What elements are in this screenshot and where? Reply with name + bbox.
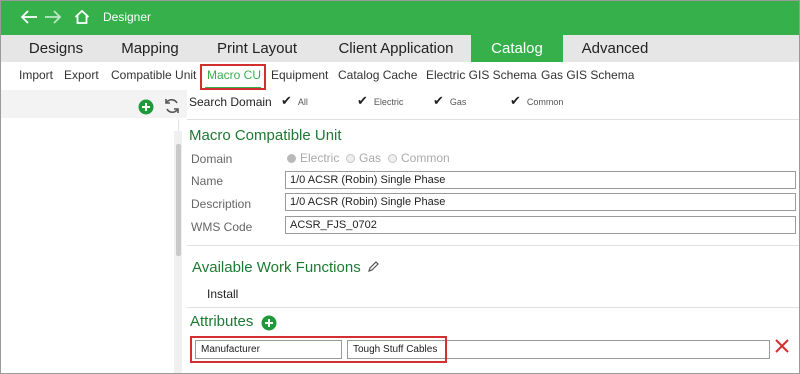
checkmark-icon: ✔ xyxy=(357,93,368,108)
work-functions-section-title: Available Work Functions xyxy=(192,259,361,276)
search-domain-all-checkbox[interactable]: ✔ All xyxy=(281,93,308,109)
macro-cu-list[interactable] xyxy=(5,119,179,373)
tab-designs[interactable]: Designs xyxy=(15,35,97,62)
radio-label: Electric xyxy=(300,151,340,165)
close-icon[interactable] xyxy=(774,338,790,358)
arrow-right-icon[interactable] xyxy=(43,7,63,31)
wms-code-field[interactable]: ACSR_FJS_0702 xyxy=(285,216,796,234)
checkbox-label: All xyxy=(297,97,308,107)
checkbox-label: Common xyxy=(526,97,564,107)
checkmark-icon: ✔ xyxy=(510,93,521,108)
description-label: Description xyxy=(191,197,252,211)
domain-radio-gas[interactable]: Gas xyxy=(346,151,381,165)
subtab-import[interactable]: Import xyxy=(19,68,53,82)
description-field[interactable]: 1/0 ACSR (Robin) Single Phase xyxy=(285,193,796,211)
checkmark-icon: ✔ xyxy=(281,93,292,108)
radio-label: Gas xyxy=(359,151,382,165)
catalog-sub-tab-bar: Import Export Compatible Unit Macro CU E… xyxy=(1,62,799,90)
search-domain-gas-checkbox[interactable]: ✔ Gas xyxy=(433,93,466,109)
wms-code-label: WMS Code xyxy=(191,220,253,234)
search-domain-electric-checkbox[interactable]: ✔ Electric xyxy=(357,93,403,109)
radio-dot xyxy=(388,154,397,163)
search-domain-common-checkbox[interactable]: ✔ Common xyxy=(510,93,563,109)
work-function-item: Install xyxy=(207,287,239,301)
subtab-equipment[interactable]: Equipment xyxy=(271,68,328,82)
tab-client-application[interactable]: Client Application xyxy=(323,35,469,62)
subtab-electric-gis-schema[interactable]: Electric GIS Schema xyxy=(426,68,537,82)
checkbox-label: Gas xyxy=(449,97,467,107)
tab-print-layout[interactable]: Print Layout xyxy=(204,35,310,62)
attribute-highlight-box xyxy=(190,336,447,363)
attributes-section-title: Attributes xyxy=(190,313,254,330)
scrollbar-thumb[interactable] xyxy=(176,144,181,256)
divider xyxy=(187,307,799,308)
radio-dot xyxy=(346,154,355,163)
domain-radio-electric[interactable]: Electric xyxy=(287,151,339,165)
plus-circle-icon[interactable] xyxy=(138,99,154,120)
macro-cu-section-title: Macro Compatible Unit xyxy=(189,127,342,144)
domain-label: Domain xyxy=(191,152,233,166)
subtab-catalog-cache[interactable]: Catalog Cache xyxy=(338,68,417,82)
radio-dot xyxy=(287,154,296,163)
divider xyxy=(187,245,799,246)
tab-catalog[interactable]: Catalog xyxy=(471,35,563,62)
app-window: Designer Designs Mapping Print Layout Cl… xyxy=(0,0,800,374)
title-bar: Designer xyxy=(1,1,799,35)
arrow-left-icon[interactable] xyxy=(19,7,39,31)
main-tab-bar: Designs Mapping Print Layout Client Appl… xyxy=(1,35,799,62)
macro-cu-highlight-box xyxy=(200,64,266,90)
plus-circle-icon[interactable] xyxy=(261,315,277,336)
checkmark-icon: ✔ xyxy=(433,93,444,108)
name-field[interactable]: 1/0 ACSR (Robin) Single Phase xyxy=(285,171,796,189)
home-icon[interactable] xyxy=(74,9,90,29)
subtab-export[interactable]: Export xyxy=(64,68,99,82)
domain-radio-common[interactable]: Common xyxy=(388,151,450,165)
radio-label: Common xyxy=(401,151,450,165)
subtab-gas-gis-schema[interactable]: Gas GIS Schema xyxy=(541,68,634,82)
tab-advanced[interactable]: Advanced xyxy=(571,35,659,62)
subtab-compatible-unit[interactable]: Compatible Unit xyxy=(111,68,196,82)
search-domain-label: Search Domain xyxy=(189,95,272,109)
tab-mapping[interactable]: Mapping xyxy=(109,35,191,62)
refresh-icon[interactable] xyxy=(164,97,180,120)
pencil-icon[interactable] xyxy=(368,260,380,275)
app-title: Designer xyxy=(103,10,152,24)
divider xyxy=(187,119,799,120)
checkbox-label: Electric xyxy=(373,97,404,107)
name-label: Name xyxy=(191,174,224,188)
left-panel-toolbar xyxy=(1,90,187,118)
